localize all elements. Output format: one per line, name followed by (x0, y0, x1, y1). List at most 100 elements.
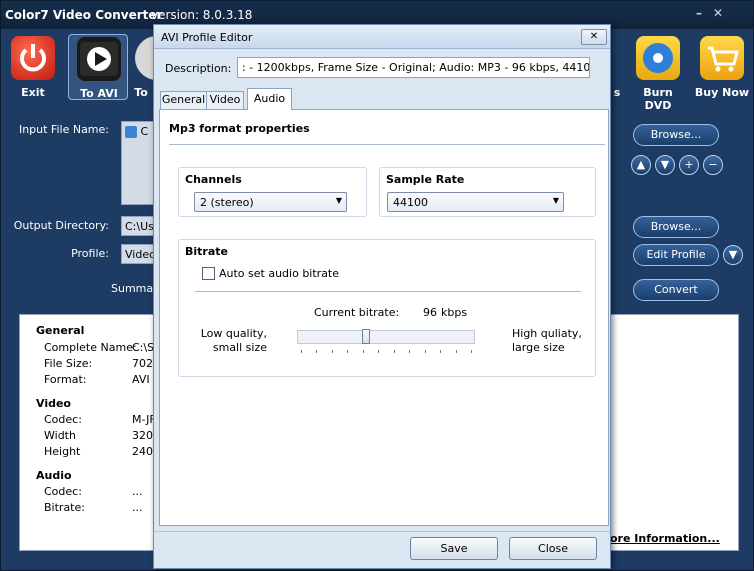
current-bitrate-unit: kbps (441, 306, 468, 319)
high-quality-line2: large size (512, 341, 565, 354)
info-key: Codec: (44, 485, 82, 498)
chevron-down-icon: ▼ (335, 196, 342, 205)
output-dir-label: Output Directory: (13, 219, 109, 232)
info-value: AVI (132, 373, 150, 386)
add-file-button[interactable]: + (679, 155, 699, 175)
save-button[interactable]: Save (410, 537, 498, 560)
audio-tab-panel: Mp3 format properties Channels 2 (stereo… (159, 109, 609, 526)
cart-icon (700, 36, 744, 80)
info-key: Format: (44, 373, 87, 386)
profile-field[interactable]: Video (121, 244, 155, 264)
slider-tick (440, 350, 442, 353)
to-avi-button[interactable]: To AVI (68, 34, 128, 100)
tab-general[interactable]: General (160, 91, 207, 109)
sample-rate-value: 44100 (393, 196, 428, 209)
slider-tick (393, 350, 395, 353)
remove-file-button[interactable]: − (703, 155, 723, 175)
slider-tick (347, 350, 349, 353)
browse-output-button[interactable]: Browse... (633, 216, 719, 238)
more-information-link[interactable]: ore Information... (610, 532, 720, 545)
edit-profile-button[interactable]: Edit Profile (633, 244, 719, 266)
summary-label: Summa (111, 282, 154, 295)
channels-group: Channels 2 (stereo) ▼ (178, 167, 367, 217)
info-key: Codec: (44, 413, 82, 426)
divider (195, 291, 581, 292)
auto-bitrate-label: Auto set audio bitrate (219, 267, 340, 280)
slider-tick (424, 350, 426, 353)
input-file-list[interactable]: C (121, 121, 155, 205)
partial-toolbar-label: s (613, 86, 621, 99)
slider-tick (471, 350, 472, 353)
info-value: ... (132, 501, 143, 514)
info-value: C:\S (132, 341, 155, 354)
sample-rate-select[interactable]: 44100 ▼ (387, 192, 564, 212)
move-up-button[interactable]: ▲ (631, 155, 651, 175)
exit-button[interactable]: Exit (5, 34, 61, 100)
buy-now-button[interactable]: Buy Now (694, 34, 750, 100)
bitrate-slider-track[interactable] (297, 330, 475, 344)
input-file-label: Input File Name: (18, 123, 109, 136)
burn-dvd-button[interactable]: Burn DVD (630, 34, 686, 112)
close-dialog-button[interactable]: Close (509, 537, 597, 560)
channels-label: Channels (185, 173, 242, 186)
slider-tick (409, 350, 411, 353)
output-dir-field[interactable]: C:\Use (121, 216, 155, 236)
browse-input-button[interactable]: Browse... (633, 124, 719, 146)
dvd-icon (636, 36, 680, 80)
general-heading: General (36, 324, 85, 337)
low-quality-line2: small size (212, 341, 267, 354)
tab-audio[interactable]: Audio (247, 88, 292, 110)
slider-tick (378, 350, 380, 353)
move-down-button[interactable]: ▼ (655, 155, 675, 175)
video-heading: Video (36, 397, 71, 410)
low-quality-line1: Low quality, (200, 327, 267, 340)
info-key: Bitrate: (44, 501, 85, 514)
close-button[interactable]: ✕ (713, 6, 723, 20)
close-icon: ✕ (589, 31, 599, 42)
sample-rate-group: Sample Rate 44100 ▼ (379, 167, 596, 217)
low-quality-label: Low quality, small size (197, 327, 267, 355)
high-quality-label: High quliaty, large size (512, 327, 582, 355)
description-field[interactable]: : - 1200kbps, Frame Size - Original; Aud… (237, 57, 590, 78)
app-title: Color7 Video Converter (5, 8, 163, 22)
dialog-title: AVI Profile Editor (161, 31, 253, 44)
convert-button[interactable]: Convert (633, 279, 719, 301)
auto-bitrate-checkbox[interactable] (202, 267, 215, 280)
divider (154, 531, 610, 532)
input-file-value: C (140, 125, 149, 138)
slider-tick (331, 350, 333, 353)
profile-label: Profile: (71, 247, 109, 260)
film-play-icon (77, 37, 121, 81)
slider-tick (301, 350, 302, 353)
mp3-properties-title: Mp3 format properties (169, 122, 310, 135)
info-key: Height (44, 445, 81, 458)
bitrate-label: Bitrate (185, 245, 228, 258)
info-value: ... (132, 485, 143, 498)
info-value: 240 (132, 445, 153, 458)
dialog-close-button[interactable]: ✕ (581, 29, 607, 45)
high-quality-line1: High quliaty, (512, 327, 582, 340)
slider-tick (362, 350, 364, 353)
tab-video[interactable]: Video (206, 91, 244, 109)
to-format-button[interactable]: To (129, 34, 155, 100)
slider-tick (316, 350, 318, 353)
channels-select[interactable]: 2 (stereo) ▼ (194, 192, 347, 212)
slider-tick (455, 350, 457, 353)
channels-value: 2 (stereo) (200, 196, 254, 209)
profile-dropdown-button[interactable]: ▼ (723, 245, 743, 265)
info-value: 320 (132, 429, 153, 442)
minimize-button[interactable]: – (696, 6, 702, 20)
partial-toolbar-button[interactable]: s (611, 34, 625, 100)
dialog-titlebar: AVI Profile Editor ✕ (154, 25, 610, 49)
to-avi-label: To AVI (80, 87, 118, 100)
chevron-down-icon: ▼ (552, 196, 559, 205)
power-icon (11, 36, 55, 80)
info-key: Complete Name: (44, 341, 137, 354)
sample-rate-label: Sample Rate (386, 173, 465, 186)
burn-dvd-label: Burn DVD (643, 86, 673, 112)
description-label: Description: (165, 62, 232, 75)
divider (169, 144, 605, 145)
current-bitrate-value: 96 (423, 306, 437, 319)
bitrate-slider-thumb[interactable] (361, 329, 370, 344)
info-key: File Size: (44, 357, 93, 370)
